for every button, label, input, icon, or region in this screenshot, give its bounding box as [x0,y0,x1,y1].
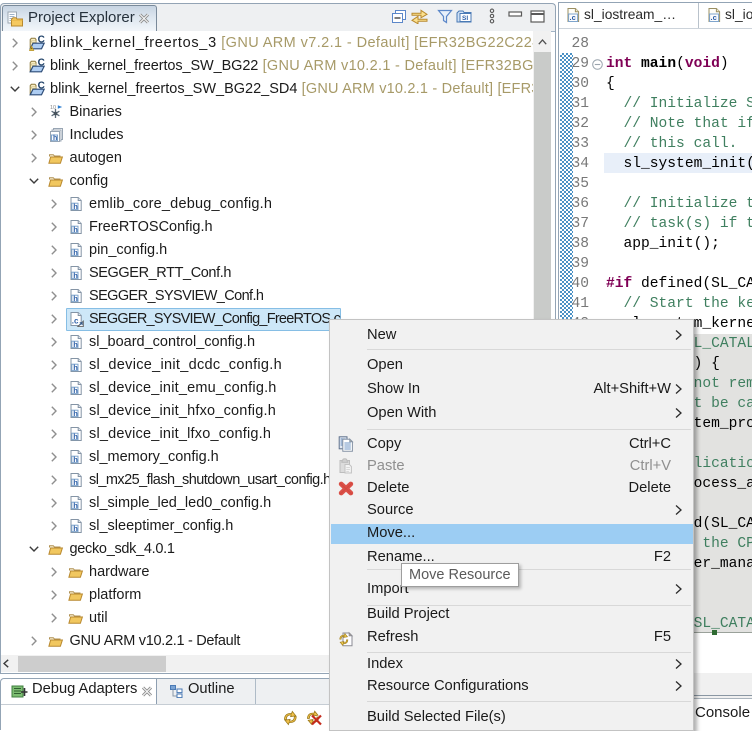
svg-text:h: h [73,271,78,280]
svg-text:h: h [73,455,78,464]
svg-text:SI: SI [462,15,468,22]
svg-text:h: h [73,478,78,487]
svg-text:h: h [53,135,57,142]
svg-text:C: C [37,81,44,91]
svg-text:C: C [37,35,44,45]
svg-text:C: C [37,58,44,68]
svg-text:h: h [73,524,78,533]
svg-text:10: 10 [50,105,56,111]
svg-text:.c: .c [711,13,717,22]
svg-text:h: h [73,409,78,418]
svg-text:h: h [73,386,78,395]
svg-text:.c: .c [570,13,576,22]
svg-text:.c: .c [71,316,78,325]
svg-text:h: h [73,432,78,441]
svg-text:h: h [73,248,78,257]
svg-text:h: h [73,363,78,372]
svg-text:h: h [73,225,78,234]
svg-text:h: h [73,202,78,211]
svg-text:h: h [73,294,78,303]
svg-text:h: h [73,501,78,510]
svg-text:h: h [73,340,78,349]
